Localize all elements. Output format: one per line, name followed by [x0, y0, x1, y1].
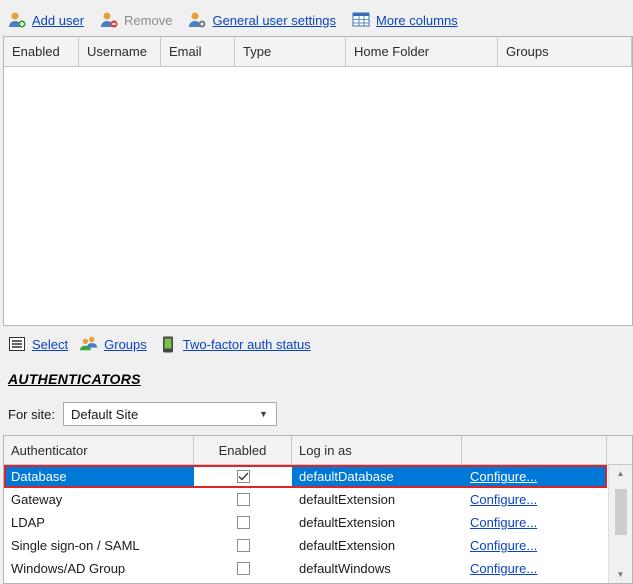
- add-user-button[interactable]: Add user: [8, 11, 84, 29]
- site-label: For site:: [8, 406, 55, 422]
- enabled-checkbox[interactable]: [236, 516, 250, 529]
- configure-cell: Configure...: [462, 465, 607, 488]
- column-header-log-in-as[interactable]: Log in as: [292, 436, 462, 464]
- chevron-down-icon: ▼: [259, 409, 268, 419]
- select-button[interactable]: Select: [8, 335, 68, 353]
- select-list-icon: [8, 335, 26, 353]
- columns-icon: [352, 11, 370, 29]
- configure-link[interactable]: Configure...: [470, 561, 537, 576]
- user-settings-icon: [188, 11, 206, 29]
- enabled-cell: [194, 465, 292, 488]
- column-header-email[interactable]: Email: [161, 37, 235, 66]
- configure-link[interactable]: Configure...: [470, 469, 537, 484]
- column-header-action: [462, 436, 607, 464]
- authenticator-name: Single sign-on / SAML: [11, 538, 140, 553]
- two-factor-auth-status-button[interactable]: Two-factor auth status: [159, 335, 311, 353]
- add-user-label: Add user: [32, 12, 85, 28]
- enabled-checkbox[interactable]: [236, 562, 250, 575]
- site-selector-row: For site: Default Site ▼: [8, 402, 277, 426]
- log-in-as-value: defaultExtension: [299, 515, 396, 530]
- column-header-type[interactable]: Type: [235, 37, 346, 66]
- remove-user-label: Remove: [124, 12, 173, 28]
- enabled-checkbox[interactable]: [236, 539, 250, 552]
- authenticator-name: LDAP: [11, 515, 45, 530]
- general-user-settings-button[interactable]: General user settings: [188, 11, 336, 29]
- column-header-authenticator[interactable]: Authenticator: [4, 436, 194, 464]
- groups-icon: [80, 335, 98, 353]
- authenticator-name: Database: [11, 469, 67, 484]
- authenticators-scrollbar[interactable]: ▲ ▼: [608, 465, 632, 583]
- configure-cell: Configure...: [462, 488, 607, 511]
- table-row[interactable]: Database defaultDatabase Configure...: [4, 465, 607, 488]
- add-user-icon: [8, 11, 26, 29]
- site-dropdown-value: Default Site: [70, 406, 139, 422]
- log-in-as-value: defaultDatabase: [299, 469, 394, 484]
- phone-icon: [159, 335, 177, 353]
- groups-label: Groups: [104, 336, 147, 352]
- remove-user-icon: [100, 11, 118, 29]
- column-header-enabled[interactable]: Enabled: [4, 37, 79, 66]
- general-user-settings-label: General user settings: [212, 12, 337, 28]
- authenticators-grid[interactable]: Authenticator Enabled Log in as Database…: [3, 435, 633, 584]
- log-in-as-value: defaultWindows: [299, 561, 391, 576]
- authenticator-name: Windows/AD Group: [11, 561, 126, 576]
- select-label: Select: [32, 336, 69, 352]
- column-header-groups[interactable]: Groups: [498, 37, 632, 66]
- enabled-checkbox[interactable]: [236, 493, 250, 506]
- enabled-cell: [194, 511, 292, 534]
- column-header-username[interactable]: Username: [79, 37, 161, 66]
- scroll-up-icon[interactable]: ▲: [609, 465, 632, 482]
- configure-link[interactable]: Configure...: [470, 492, 537, 507]
- remove-user-button[interactable]: Remove: [100, 11, 172, 29]
- checkmark-icon: [238, 472, 248, 481]
- log-in-as-value: defaultExtension: [299, 492, 396, 507]
- column-header-home-folder[interactable]: Home Folder: [346, 37, 498, 66]
- column-header-auth-enabled[interactable]: Enabled: [194, 436, 292, 464]
- enabled-cell: [194, 488, 292, 511]
- scroll-down-icon[interactable]: ▼: [609, 566, 632, 583]
- authenticators-section-title: AUTHENTICATORS: [8, 371, 141, 387]
- configure-cell: Configure...: [462, 534, 607, 557]
- users-toolbar: Add user Remove General user settings Mo…: [8, 10, 458, 30]
- configure-link[interactable]: Configure...: [470, 515, 537, 530]
- more-columns-button[interactable]: More columns: [352, 11, 458, 29]
- table-row[interactable]: Windows/AD Group defaultWindows Configur…: [4, 557, 607, 580]
- two-factor-auth-status-label: Two-factor auth status: [182, 336, 311, 352]
- log-in-as-value: defaultExtension: [299, 538, 396, 553]
- more-columns-label: More columns: [376, 12, 458, 28]
- enabled-checkbox[interactable]: [236, 470, 250, 483]
- users-grid-header: Enabled Username Email Type Home Folder …: [4, 37, 632, 67]
- enabled-cell: [194, 534, 292, 557]
- authenticators-rows: Database defaultDatabase Configure... Ga…: [4, 465, 607, 580]
- scrollbar-thumb[interactable]: [615, 489, 627, 535]
- users-grid[interactable]: Enabled Username Email Type Home Folder …: [3, 36, 633, 326]
- authenticators-grid-header: Authenticator Enabled Log in as: [4, 436, 632, 465]
- enabled-cell: [194, 557, 292, 580]
- configure-cell: Configure...: [462, 557, 607, 580]
- users-bottom-toolbar: Select Groups Two-factor auth status: [8, 334, 311, 354]
- configure-cell: Configure...: [462, 511, 607, 534]
- table-row[interactable]: Gateway defaultExtension Configure...: [4, 488, 607, 511]
- table-row[interactable]: Single sign-on / SAML defaultExtension C…: [4, 534, 607, 557]
- groups-button[interactable]: Groups: [80, 335, 147, 353]
- site-dropdown[interactable]: Default Site ▼: [62, 402, 277, 426]
- configure-link[interactable]: Configure...: [470, 538, 537, 553]
- authenticator-name: Gateway: [11, 492, 63, 507]
- table-row[interactable]: LDAP defaultExtension Configure...: [4, 511, 607, 534]
